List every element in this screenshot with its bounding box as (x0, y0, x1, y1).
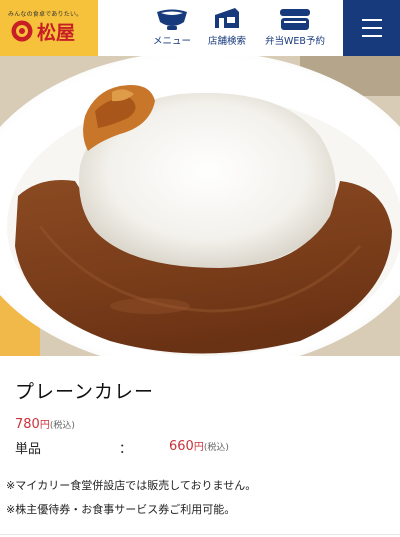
product-photo (0, 56, 400, 356)
single-item-label: 単品 (15, 442, 42, 457)
hamburger-menu-button[interactable] (343, 0, 400, 56)
nav-menu[interactable]: メニュー (148, 0, 196, 56)
nav-store-label: 店舗検索 (207, 36, 246, 47)
divider (0, 534, 400, 535)
site-header: みんなの食卓でありたい。 松屋 メニュー 店舗検索 弁当WEB予約 (0, 0, 400, 56)
price-unit: 円 (39, 420, 50, 431)
nav-store-search[interactable]: 店舗検索 (204, 0, 250, 56)
price-value: 780 (15, 417, 40, 432)
single-item-price: 660円(税込) (169, 438, 229, 454)
curry-plate-illustration (0, 56, 400, 356)
nav-bento-label: 弁当WEB予約 (265, 36, 325, 47)
bento-box-icon (280, 9, 310, 30)
matsuya-logo[interactable]: みんなの食卓でありたい。 松屋 (0, 0, 98, 56)
price-tax-note: (税込) (49, 421, 75, 431)
hamburger-menu-icon (362, 19, 382, 21)
logo-brand-name: 松屋 (37, 22, 76, 44)
single-item-price-value: 660 (169, 439, 194, 454)
nav-menu-label: メニュー (152, 36, 191, 47)
logo-tagline: みんなの食卓でありたい。 (8, 11, 83, 18)
product-price: 780円(税込) (15, 416, 75, 432)
product-name: プレーンカレー (15, 381, 155, 403)
hamburger-menu-icon (362, 35, 382, 37)
hamburger-menu-icon (362, 27, 382, 29)
single-item-separator: ： (119, 442, 133, 457)
single-item-price-unit: 円 (193, 442, 204, 453)
rice-bowl-icon (157, 9, 187, 30)
note-voucher-accepted: ※株主優待券・お食事サービス券ご利用可能。 (6, 503, 236, 516)
logo-emblem-icon (11, 20, 33, 42)
nav-bento-reservation[interactable]: 弁当WEB予約 (258, 0, 332, 56)
store-icon (215, 8, 239, 28)
note-not-available: ※マイカリー食堂併設店では販売しておりません。 (6, 479, 257, 492)
single-item-tax-note: (税込) (203, 443, 229, 453)
